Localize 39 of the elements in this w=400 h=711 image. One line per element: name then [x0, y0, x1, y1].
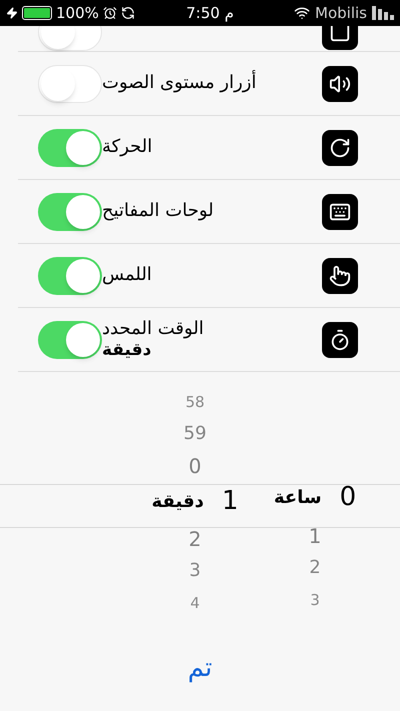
- setting-label: الحركة: [102, 136, 152, 159]
- picker-option[interactable]: 0: [188, 450, 202, 482]
- wifi-icon: [294, 5, 310, 21]
- picker-option[interactable]: 59: [184, 418, 206, 450]
- picker-option[interactable]: 2: [309, 552, 321, 584]
- picker-option[interactable]: 3: [310, 584, 320, 616]
- picker-unit: دقيقة: [152, 490, 204, 514]
- keyboard-icon: [322, 194, 358, 230]
- setting-label: الوقت المحدد: [102, 318, 204, 340]
- speaker-icon: [322, 66, 358, 102]
- done-button[interactable]: تم: [188, 649, 212, 688]
- toggle-switch[interactable]: [38, 256, 102, 294]
- toggle-switch[interactable]: [38, 192, 102, 230]
- timer-icon: [322, 322, 358, 358]
- setting-label: اللمس: [102, 264, 152, 287]
- picker-option[interactable]: 3: [189, 555, 201, 587]
- picker-option[interactable]: 1: [308, 520, 322, 552]
- setting-label: لوحات المفاتيح: [102, 200, 214, 223]
- toggle-switch[interactable]: [38, 128, 102, 166]
- carrier-name: Mobilis: [315, 2, 367, 24]
- picker-selected-value[interactable]: 0: [340, 478, 356, 518]
- picker-option[interactable]: 4: [190, 587, 200, 619]
- picker-selected-value[interactable]: 1: [222, 482, 238, 521]
- picker-option[interactable]: 58: [185, 386, 205, 418]
- battery-icon: [22, 6, 52, 20]
- toggle-switch[interactable]: [38, 64, 102, 102]
- signal-icon: [372, 6, 394, 20]
- status-time: م 7:50: [186, 2, 234, 24]
- picker-option[interactable]: 2: [188, 523, 202, 555]
- setting-value: دقيقة: [102, 340, 152, 362]
- battery-percent: 100%: [56, 2, 99, 24]
- setting-label: أزرار مستوى الصوت: [102, 72, 256, 95]
- rotate-icon: [322, 130, 358, 166]
- rotation-lock-icon: [120, 6, 135, 20]
- toggle-switch[interactable]: [38, 320, 102, 358]
- charging-icon: [6, 7, 18, 19]
- alarm-icon: [102, 6, 117, 20]
- picker-unit: ساعة: [274, 486, 322, 510]
- pointer-hand-icon: [322, 258, 358, 294]
